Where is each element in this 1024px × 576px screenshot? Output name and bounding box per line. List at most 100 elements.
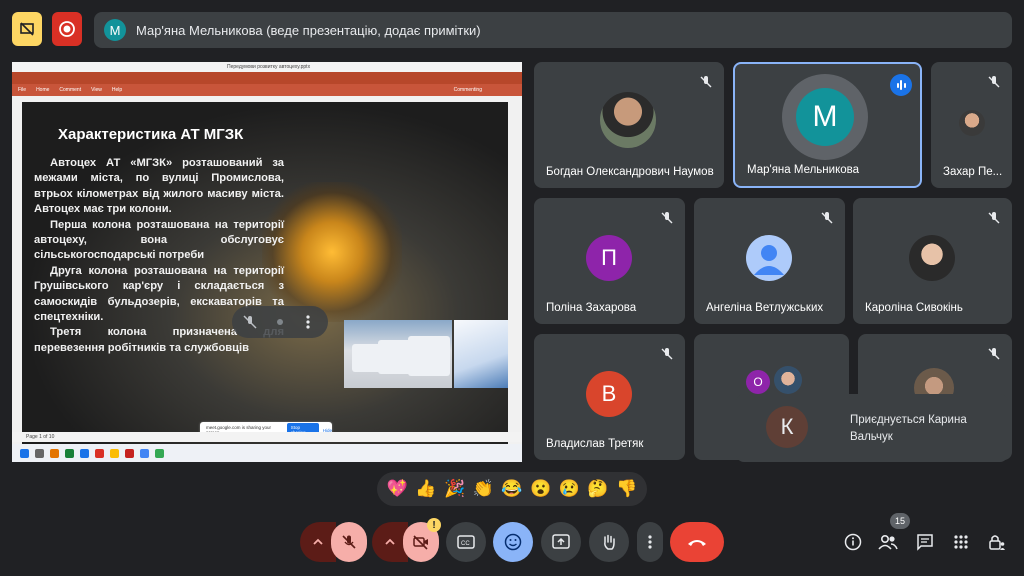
menu-view: View [91, 87, 102, 93]
participant-tile[interactable]: Ангеліна Ветлужських [694, 198, 845, 324]
participant-name: Владислав Третяк [546, 438, 644, 450]
participant-tile[interactable]: П Поліна Захарова [534, 198, 685, 324]
pres-menu: File Home Comment View Help Commenting [12, 84, 522, 96]
reaction-clap[interactable]: 👏 [473, 479, 494, 499]
present-screen-icon [552, 534, 570, 549]
host-controls-button[interactable] [985, 530, 1009, 554]
shared-screen[interactable]: Передумови розвитку автоцеху.pptx File H… [12, 62, 522, 462]
chevron-up-icon [313, 538, 323, 545]
present-button[interactable] [541, 522, 581, 562]
participant-name: Поліна Захарова [546, 302, 637, 314]
more-options-icon[interactable] [304, 314, 312, 330]
reaction-thinking[interactable]: 🤔 [587, 479, 608, 499]
participant-name: Ангеліна Ветлужських [706, 302, 824, 314]
avatar-letter: M [796, 88, 854, 146]
reaction-heart[interactable]: 💖 [387, 479, 408, 499]
participant-name: Богдан Олександрович Наумов [546, 166, 714, 178]
pres-window-title: Передумови розвитку автоцеху.pptx [227, 64, 311, 70]
menu-home: Home [36, 87, 50, 93]
reaction-sad[interactable]: 😢 [559, 479, 580, 499]
participant-tile[interactable]: M Мар'яна Мельникова [733, 62, 922, 188]
slide-paragraph: Автоцех АТ «МГЗК» розташований за межами… [34, 157, 284, 216]
participants-count-badge: 15 [890, 513, 910, 529]
mic-toggle-button[interactable] [331, 522, 367, 562]
chat-icon [917, 534, 933, 551]
pres-window-titlebar: Передумови розвитку автоцеху.pptx [12, 62, 522, 72]
mic-off-icon [984, 72, 1004, 92]
chevron-up-icon [385, 538, 395, 545]
presenter-bar: M Мар'яна Мельникова (веде презентацію, … [94, 12, 1012, 48]
join-request-toast[interactable]: К Приєднується Карина Вальчук [736, 394, 1008, 462]
hang-up-icon [688, 540, 706, 546]
chat-button[interactable] [913, 530, 937, 554]
more-options-button[interactable] [637, 522, 663, 562]
apps-grid-icon [954, 535, 968, 549]
mic-off-icon [657, 208, 677, 228]
reactions-bar: 💖 👍 🎉 👏 😂 😮 😢 🤔 👎 [377, 472, 647, 506]
mic-off-icon [984, 208, 1004, 228]
reaction-thumbs-down[interactable]: 👎 [616, 479, 637, 499]
presenter-avatar: M [104, 19, 126, 41]
mic-off-icon [817, 208, 837, 228]
captions-icon: CC [457, 535, 475, 549]
participant-name: Захар Пе... [943, 166, 1003, 178]
avatar: О [746, 370, 770, 394]
trucks-image [344, 320, 452, 388]
default-avatar-icon [746, 235, 792, 281]
recording-button[interactable] [52, 12, 82, 46]
info-icon [844, 533, 862, 551]
tile-overlay-controls[interactable] [232, 306, 328, 338]
speaking-indicator-icon [890, 74, 912, 96]
chart-image [454, 320, 508, 388]
joiner-avatar: К [766, 406, 808, 448]
slide-title: Характеристика АТ МГЗК [58, 126, 244, 143]
mic-off-icon [342, 535, 356, 549]
reaction-party[interactable]: 🎉 [444, 479, 465, 499]
leave-call-button[interactable] [670, 522, 724, 562]
menu-help: Help [111, 87, 123, 93]
lock-person-icon [989, 535, 1005, 550]
emoji-icon [504, 533, 522, 551]
reactions-button[interactable] [493, 522, 533, 562]
no-sharing-icon [20, 22, 34, 36]
mic-off-icon[interactable] [242, 314, 258, 330]
reaction-surprised[interactable]: 😮 [530, 479, 551, 499]
captions-button[interactable]: CC [446, 522, 486, 562]
people-icon [878, 534, 898, 550]
participant-tile[interactable]: Захар Пе... [931, 62, 1012, 188]
page-indicator: Page 1 of 10 [26, 434, 55, 440]
pres-status-bar: Page 1 of 10 [12, 432, 522, 442]
more-vert-icon [648, 535, 652, 549]
raise-hand-button[interactable] [589, 522, 629, 562]
record-icon [59, 21, 75, 37]
mic-off-icon [696, 72, 716, 92]
activities-button[interactable] [12, 12, 42, 46]
avatar [774, 366, 802, 394]
mic-off-icon [984, 344, 1004, 364]
participant-tile[interactable]: В Владислав Третяк [534, 334, 685, 460]
activities-grid-button[interactable] [949, 530, 973, 554]
participant-name: Кароліна Сивокінь [865, 302, 963, 314]
participant-name: Мар'яна Мельникова [747, 164, 859, 176]
reaction-thumbs-up[interactable]: 👍 [415, 479, 436, 499]
avatar [600, 92, 656, 148]
avatar [959, 110, 985, 136]
participant-tile[interactable]: Богдан Олександрович Наумов [534, 62, 724, 188]
mic-off-icon [657, 344, 677, 364]
participant-tile[interactable]: Кароліна Сивокінь [853, 198, 1012, 324]
meeting-details-button[interactable] [841, 530, 865, 554]
warning-badge: ! [427, 518, 441, 532]
camera-off-icon [413, 535, 428, 550]
avatar: В [586, 371, 632, 417]
slide-paragraph: Перша колона розташована на території ав… [34, 218, 284, 262]
people-button[interactable] [876, 530, 900, 554]
collab-label: Commenting [453, 87, 482, 93]
avatar: П [586, 235, 632, 281]
reaction-laugh[interactable]: 😂 [501, 479, 522, 499]
pin-icon[interactable] [272, 314, 288, 330]
presenter-title: Мар'яна Мельникова (веде презентацію, до… [136, 22, 481, 38]
menu-comment: Comment [59, 87, 82, 93]
hand-icon [604, 534, 615, 550]
join-text: Приєднується Карина Вальчук [850, 414, 967, 443]
slide: Характеристика АТ МГЗК Автоцех АТ «МГЗК»… [22, 102, 508, 462]
